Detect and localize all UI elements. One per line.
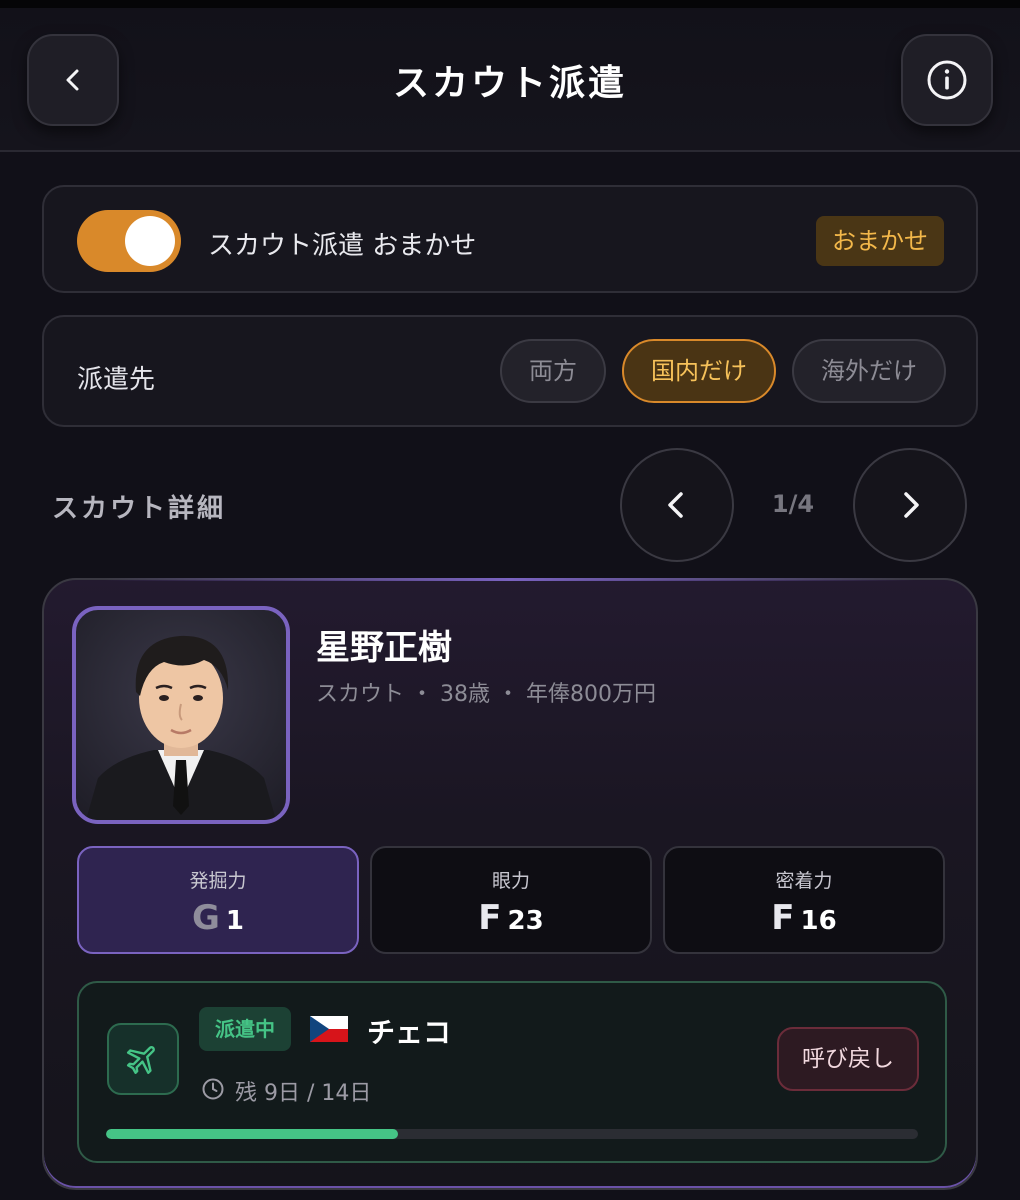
next-scout-button[interactable]	[853, 448, 967, 562]
section-title-scout-details: スカウト詳細	[52, 494, 227, 524]
stat-label: 密着力	[775, 870, 833, 892]
chevron-right-icon	[904, 492, 919, 518]
airplane-icon	[126, 1046, 155, 1074]
stat-number: 23	[507, 906, 544, 936]
destination-option-overseas[interactable]: 海外だけ	[792, 339, 946, 403]
avatar	[72, 606, 290, 824]
info-icon	[927, 60, 967, 100]
auto-dispatch-toggle[interactable]	[77, 210, 181, 272]
destination-country: チェコ	[367, 1016, 452, 1049]
status-badge: 派遣中	[199, 1007, 291, 1051]
stat-value: G1	[79, 898, 357, 938]
czech-flag-icon	[310, 1016, 348, 1042]
stat-number: 16	[800, 906, 837, 936]
auto-dispatch-label: スカウト派遣 おまかせ	[208, 231, 477, 261]
dispatch-progress-fill	[106, 1129, 399, 1139]
scout-name: 星野正樹	[316, 628, 452, 668]
stat-label: 発掘力	[189, 870, 247, 892]
stat-number: 1	[225, 906, 244, 936]
scout-card: 星野正樹 スカウト ・ 38歳 ・ 年俸800万円 発掘力 G1 眼力 F 23 …	[42, 578, 978, 1190]
scout-meta: スカウト ・ 38歳 ・ 年俸800万円	[316, 682, 656, 707]
plane-icon-box	[107, 1023, 179, 1095]
header: スカウト派遣	[0, 8, 1020, 152]
destination-option-domestic[interactable]: 国内だけ	[622, 339, 776, 403]
chevron-left-icon	[668, 492, 683, 518]
dispatch-progress-bar	[106, 1129, 918, 1139]
scout-portrait	[86, 635, 276, 820]
page-title: スカウト派遣	[392, 63, 627, 104]
stat-grade: F	[478, 898, 502, 938]
toggle-knob	[125, 216, 175, 266]
destination-card: 派遣先 両方 国内だけ 海外だけ	[42, 315, 978, 427]
dispatch-panel: 派遣中 チェコ 残 9日 / 14日 呼び戻し	[77, 981, 947, 1163]
auto-status-badge: おまかせ	[816, 216, 944, 266]
stat-discovery: 発掘力 G1	[77, 846, 359, 954]
clock-icon	[202, 1078, 224, 1100]
destination-label: 派遣先	[77, 365, 156, 395]
stat-value: F 23	[372, 898, 650, 938]
auto-dispatch-card: スカウト派遣 おまかせ おまかせ	[42, 185, 978, 293]
status-strip	[0, 0, 1020, 8]
stat-label: 眼力	[491, 870, 530, 892]
stat-insight: 眼力 F 23	[370, 846, 652, 954]
info-button[interactable]	[901, 34, 993, 126]
destination-option-both[interactable]: 両方	[500, 339, 606, 403]
stat-grade: G	[191, 898, 220, 938]
stat-value: F 16	[665, 898, 943, 938]
stat-closeness: 密着力 F 16	[663, 846, 945, 954]
page-indicator: 1/4	[771, 490, 815, 518]
previous-scout-button[interactable]	[620, 448, 734, 562]
remaining-days: 残 9日 / 14日	[235, 1081, 372, 1106]
stat-grade: F	[771, 898, 795, 938]
recall-button[interactable]: 呼び戻し	[777, 1027, 919, 1091]
